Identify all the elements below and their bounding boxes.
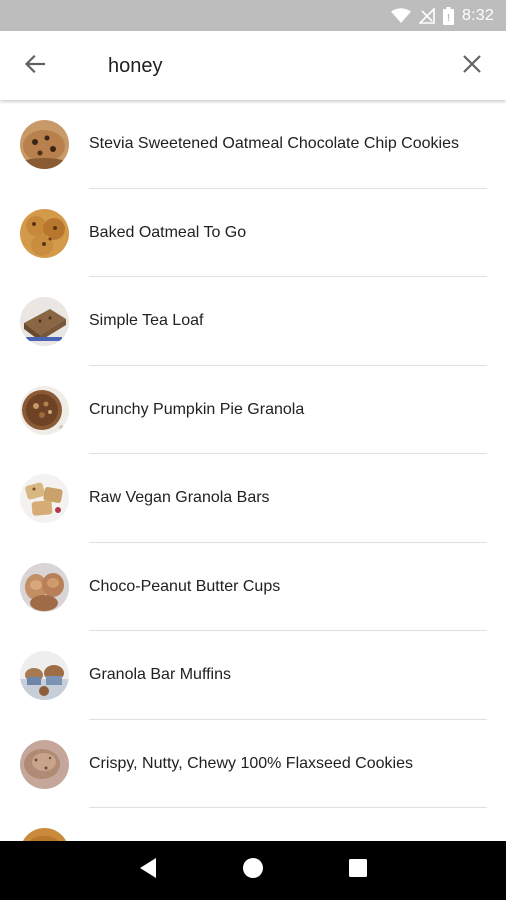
nav-back-button[interactable]: [124, 847, 172, 895]
recipe-title: Baked Oatmeal To Go: [89, 223, 247, 241]
wifi-icon: [391, 7, 412, 24]
recipe-list-item[interactable]: Granola Bar Muffins: [0, 631, 506, 720]
recipe-title: Choco-Peanut Butter Cups: [89, 577, 281, 595]
back-triangle-icon: [138, 857, 158, 884]
clear-search-button[interactable]: [455, 49, 489, 83]
status-bar: ! 8:32: [0, 0, 506, 31]
nav-recents-button[interactable]: [334, 847, 382, 895]
recipe-list-item[interactable]: Crispy, Nutty, Chewy 100% Flaxseed Cooki…: [0, 720, 506, 808]
cookie-thumbnail: [20, 120, 69, 169]
peanut-butter-cups-thumbnail: [20, 562, 69, 612]
nav-home-button[interactable]: [229, 847, 277, 895]
battery-icon: !: [443, 6, 455, 25]
muffins-thumbnail: [20, 651, 69, 700]
back-button[interactable]: [18, 49, 52, 83]
signal-off-icon: [419, 7, 435, 24]
flaxseed-cookies-thumbnail: [20, 739, 69, 789]
baked-oatmeal-thumbnail: [20, 208, 69, 258]
system-nav-bar: [0, 841, 506, 900]
home-circle-icon: [242, 857, 264, 884]
search-toolbar: [0, 31, 506, 100]
recipe-list-item[interactable]: Stevia Sweetened Oatmeal Chocolate Chip …: [0, 100, 506, 189]
arrow-back-icon: [24, 53, 46, 80]
recipe-title: Crispy, Nutty, Chewy 100% Flaxseed Cooki…: [89, 754, 413, 772]
close-icon: [462, 54, 482, 79]
recipe-list-item[interactable]: Simple Tea Loaf: [0, 277, 506, 366]
recipe-list-item[interactable]: Choco-Peanut Butter Cups: [0, 543, 506, 631]
tea-loaf-thumbnail: [20, 297, 69, 346]
svg-text:!: !: [447, 13, 450, 24]
recipe-title: Stevia Sweetened Oatmeal Chocolate Chip …: [89, 135, 459, 153]
granola-bars-thumbnail: [20, 474, 69, 523]
recipe-title: Raw Vegan Granola Bars: [89, 489, 270, 507]
recipe-title: Crunchy Pumpkin Pie Granola: [89, 400, 305, 418]
recipe-list-item[interactable]: Raw Vegan Granola Bars: [0, 454, 506, 543]
status-time: 8:32: [462, 6, 494, 24]
recipe-list-item[interactable]: [0, 808, 506, 841]
recipe-list-item[interactable]: Baked Oatmeal To Go: [0, 189, 506, 277]
recents-square-icon: [349, 859, 368, 882]
granola-bowl-thumbnail: [20, 385, 69, 435]
recipe-list-item[interactable]: Crunchy Pumpkin Pie Granola: [0, 366, 506, 454]
partial-thumbnail: [20, 828, 69, 841]
recipe-title: Granola Bar Muffins: [89, 666, 231, 684]
recipe-results-list: Stevia Sweetened Oatmeal Chocolate Chip …: [0, 100, 506, 841]
search-input[interactable]: [108, 48, 438, 84]
recipe-title: Simple Tea Loaf: [89, 312, 204, 330]
